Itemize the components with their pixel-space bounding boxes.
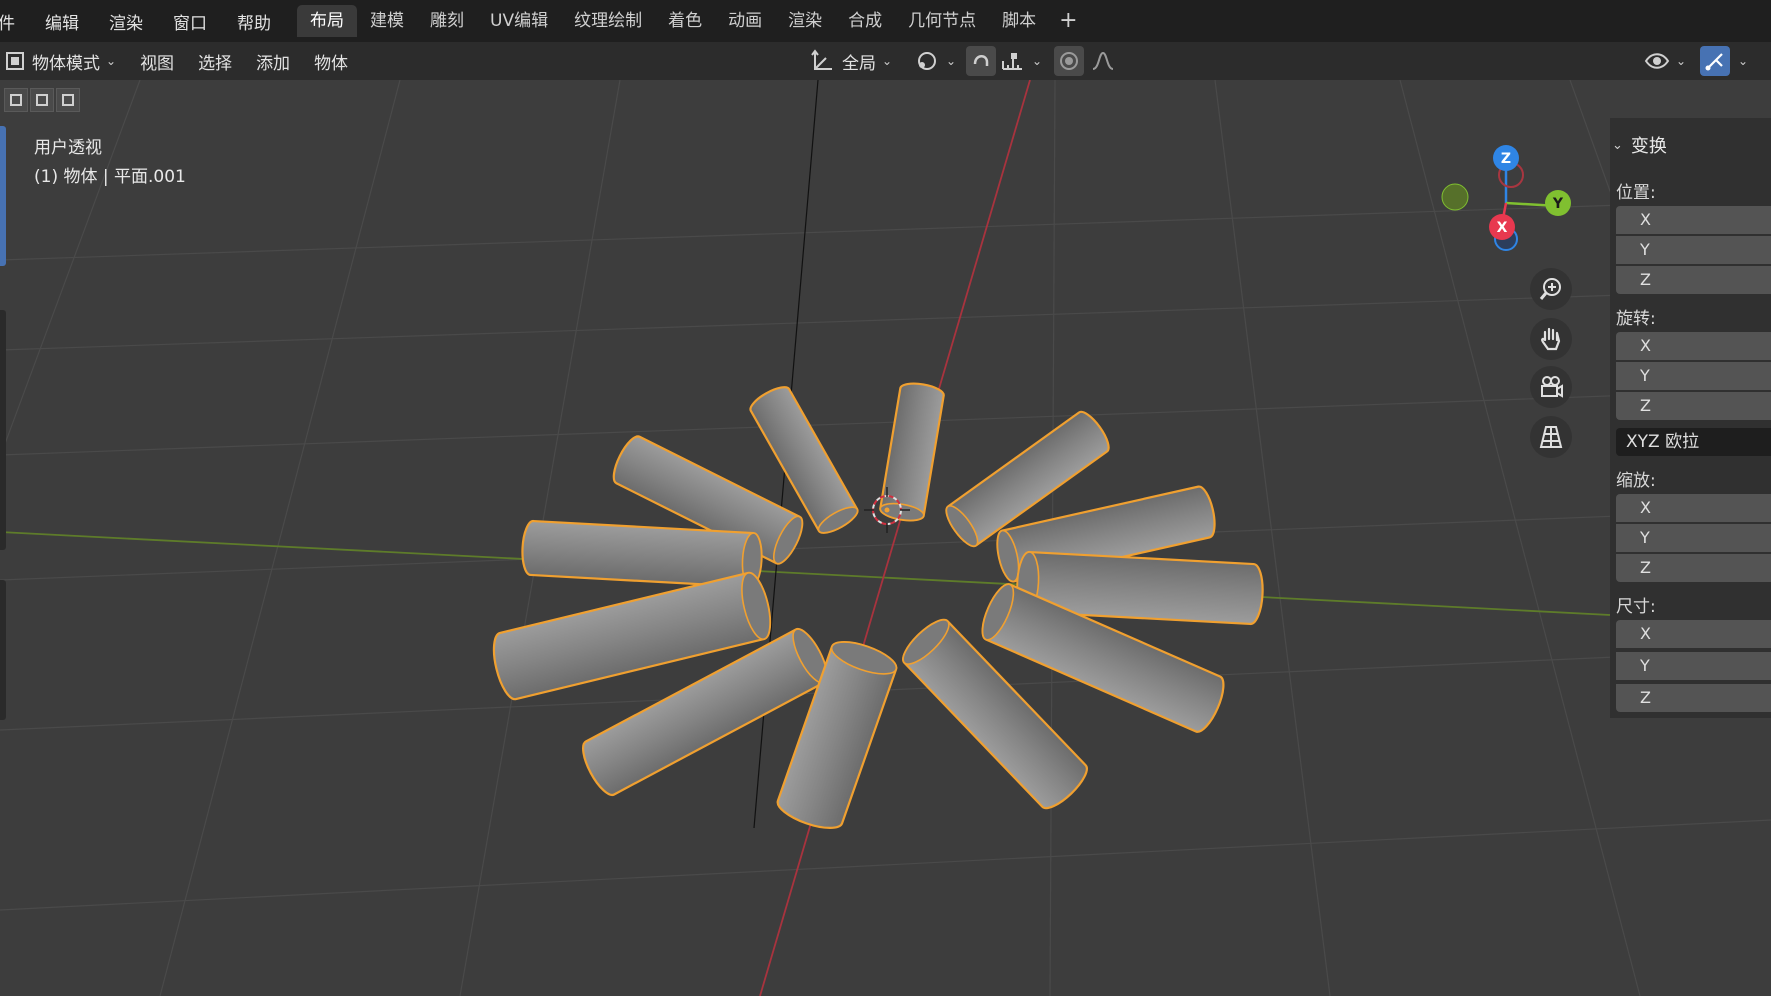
- tab-layout[interactable]: 布局: [297, 5, 357, 37]
- location-x-field[interactable]: X: [1616, 206, 1771, 234]
- dimensions-y-field[interactable]: Y: [1616, 652, 1771, 680]
- tab-animation[interactable]: 动画: [715, 5, 775, 37]
- viewport-scene[interactable]: Z Y X: [0, 80, 1771, 996]
- tab-modeling[interactable]: 建模: [357, 5, 417, 37]
- mode-dropdown[interactable]: 物体模式 ⌄: [6, 49, 116, 74]
- rotation-y-field[interactable]: Y: [1616, 362, 1771, 390]
- tab-texture-paint[interactable]: 纹理绘制: [561, 5, 655, 37]
- chevron-down-icon: ⌄: [106, 54, 117, 68]
- visibility-dropdown[interactable]: ⌄: [1644, 42, 1686, 80]
- menu-object[interactable]: 物体: [314, 49, 348, 74]
- toolbar-handle[interactable]: [0, 310, 6, 550]
- menu-window[interactable]: 窗口: [173, 9, 207, 34]
- rotation-label: 旋转:: [1616, 309, 1656, 329]
- tab-sculpting[interactable]: 雕刻: [417, 5, 477, 37]
- tab-rendering[interactable]: 渲染: [775, 5, 835, 37]
- scale-label: 缩放:: [1616, 471, 1656, 491]
- pivot-point-dropdown[interactable]: ⌄: [914, 42, 956, 80]
- x-axis-line: [759, 80, 1031, 996]
- proportional-editing[interactable]: [1054, 42, 1116, 80]
- scale-x-field[interactable]: X: [1616, 494, 1771, 522]
- menu-edit[interactable]: 编辑: [45, 9, 79, 34]
- gizmo-x-label: X: [1497, 220, 1508, 236]
- dimensions-z-field[interactable]: Z: [1616, 684, 1771, 712]
- select-subtract-icon[interactable]: [56, 88, 80, 112]
- object-mode-icon: [6, 52, 24, 70]
- tab-shading[interactable]: 着色: [655, 5, 715, 37]
- chevron-down-icon: ⌄: [1612, 137, 1623, 153]
- rotation-mode-dropdown[interactable]: XYZ 欧拉: [1616, 428, 1771, 456]
- object-info: (1) 物体 | 平面.001: [34, 167, 186, 187]
- sidebar-n-panel: ⌄ 变换 位置: X Y Z 旋转: X Y Z XYZ 欧拉 缩放: X Y …: [1610, 118, 1771, 718]
- transform-section-header[interactable]: ⌄ 变换: [1610, 132, 1667, 158]
- rotation-z-field[interactable]: Z: [1616, 392, 1771, 420]
- menu-file[interactable]: 件: [0, 9, 15, 34]
- navigation-gizmo[interactable]: Z Y X: [1441, 145, 1571, 251]
- rotation-x-field[interactable]: X: [1616, 332, 1771, 360]
- mode-label: 物体模式: [32, 53, 100, 74]
- select-new-icon[interactable]: [4, 88, 28, 112]
- chevron-down-icon: ⌄: [1676, 54, 1687, 68]
- dimensions-x-field[interactable]: X: [1616, 620, 1771, 648]
- top-menu-bar: 件 编辑 渲染 窗口 帮助 布局 建模 雕刻 UV编辑 纹理绘制 着色 动画 渲…: [0, 0, 1771, 42]
- y-axis-line: [0, 531, 1611, 616]
- chevron-down-icon: ⌄: [946, 54, 957, 68]
- gizmo-y-label: Y: [1552, 196, 1564, 212]
- gizmo-icon[interactable]: [1700, 46, 1730, 76]
- add-workspace-button[interactable]: +: [1049, 5, 1087, 37]
- hand-pan-icon: [1541, 327, 1561, 351]
- tab-scripting[interactable]: 脚本: [989, 5, 1049, 37]
- scale-z-field[interactable]: Z: [1616, 554, 1771, 582]
- zoom-button[interactable]: [1530, 268, 1572, 310]
- select-extend-icon[interactable]: [30, 88, 54, 112]
- menu-view[interactable]: 视图: [140, 49, 174, 74]
- gizmo-z-label: Z: [1501, 151, 1511, 167]
- camera-icon: [1541, 376, 1563, 398]
- selection-mode-tools: [4, 88, 82, 112]
- tab-compositing[interactable]: 合成: [835, 5, 895, 37]
- menu-render[interactable]: 渲染: [109, 9, 143, 34]
- location-label: 位置:: [1616, 183, 1656, 203]
- chevron-down-icon: ⌄: [1738, 54, 1749, 68]
- snap-increment-icon: [1002, 53, 1022, 70]
- view-name: 用户透视: [34, 138, 102, 158]
- pan-button[interactable]: [1530, 318, 1572, 360]
- menu-add[interactable]: 添加: [256, 49, 290, 74]
- cylinder-object[interactable]: [879, 381, 945, 523]
- zoom-icon: [1539, 278, 1561, 300]
- 3d-viewport[interactable]: Z Y X: [0, 80, 1771, 996]
- eye-icon: [1644, 53, 1670, 69]
- chevron-down-icon: ⌄: [882, 54, 893, 68]
- pivot-icon: [918, 52, 936, 70]
- tab-uv-editing[interactable]: UV编辑: [477, 5, 561, 37]
- scale-y-field[interactable]: Y: [1616, 524, 1771, 552]
- toolbar-handle[interactable]: [0, 580, 6, 720]
- transform-orientation-icon: [811, 49, 832, 70]
- chevron-down-icon: ⌄: [1032, 54, 1043, 68]
- dimensions-label: 尺寸:: [1616, 597, 1656, 617]
- gizmo-toggle[interactable]: ⌄: [1700, 42, 1748, 80]
- workspace-tabs: 布局 建模 雕刻 UV编辑 纹理绘制 着色 动画 渲染 合成 几何节点 脚本 +: [297, 5, 1088, 37]
- menu-help[interactable]: 帮助: [237, 9, 271, 34]
- perspective-toggle-button[interactable]: [1530, 416, 1572, 458]
- cylinder-ring[interactable]: [488, 381, 1264, 835]
- falloff-curve-icon: [1092, 51, 1114, 70]
- location-z-field[interactable]: Z: [1616, 266, 1771, 294]
- proportional-edit-icon[interactable]: [1054, 46, 1084, 76]
- viewport-info: 用户透视 (1) 物体 | 平面.001: [34, 134, 186, 192]
- snap-controls[interactable]: ⌄: [966, 42, 1042, 80]
- location-y-field[interactable]: Y: [1616, 236, 1771, 264]
- toolbar-handle[interactable]: [0, 126, 6, 266]
- grid-perspective-icon: [1539, 426, 1563, 448]
- menu-select[interactable]: 选择: [198, 49, 232, 74]
- transform-title: 变换: [1630, 136, 1667, 157]
- camera-view-button[interactable]: [1530, 366, 1572, 408]
- orientation-label: 全局: [842, 53, 876, 74]
- tab-geometry-nodes[interactable]: 几何节点: [895, 5, 989, 37]
- orientation-dropdown[interactable]: 全局 ⌄: [810, 42, 892, 80]
- snap-icon[interactable]: [966, 46, 996, 76]
